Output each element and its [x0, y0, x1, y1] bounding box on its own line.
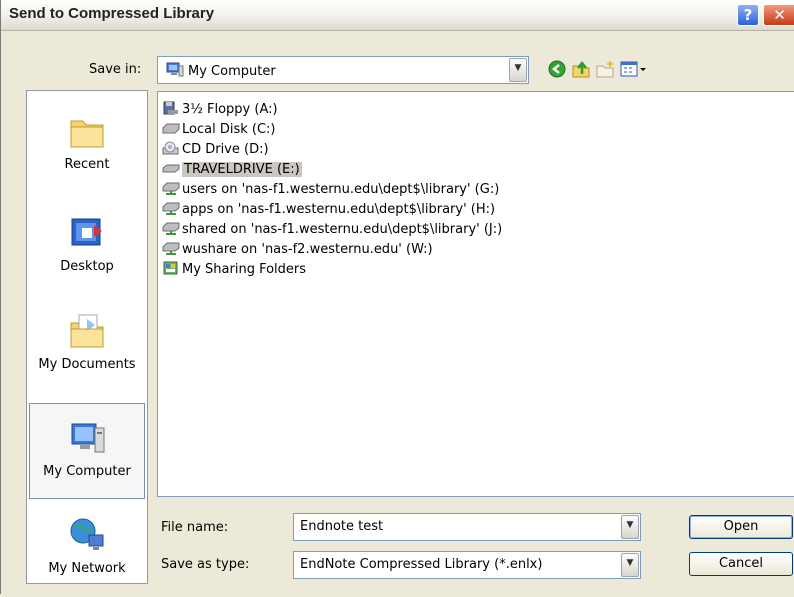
list-item[interactable]: 3½ Floppy (A:): [162, 100, 278, 120]
my-network-icon: [70, 518, 104, 550]
floppy-drive-icon: [163, 101, 178, 115]
list-item[interactable]: apps on 'nas-f1.westernu.edu\dept$\libra…: [162, 200, 495, 220]
network-drive-icon: [162, 182, 180, 195]
save-in-dropdown[interactable]: My Computer ▼: [157, 56, 529, 84]
file-name-field[interactable]: Endnote test ▼: [293, 513, 641, 541]
my-computer-icon: [71, 423, 105, 453]
new-folder-icon[interactable]: [595, 60, 615, 80]
network-drive-icon: [162, 222, 180, 235]
desktop-icon: [71, 218, 102, 246]
save-as-type-dropdown[interactable]: EndNote Compressed Library (*.enlx) ▼: [293, 551, 641, 579]
file-name-value: Endnote test: [300, 519, 384, 534]
chevron-down-icon[interactable]: ▼: [621, 553, 639, 577]
chevron-down-icon[interactable]: ▼: [509, 58, 527, 82]
place-desktop[interactable]: Desktop: [29, 199, 145, 295]
recent-folder-icon: [70, 120, 104, 148]
close-button[interactable]: ✕: [763, 4, 794, 26]
save-as-type-value: EndNote Compressed Library (*.enlx): [300, 557, 543, 572]
save-as-type-label: Save as type:: [161, 557, 250, 572]
removable-drive-icon: [162, 164, 180, 173]
network-drive-icon: [162, 242, 180, 255]
up-folder-icon[interactable]: [571, 60, 591, 80]
place-label: Recent: [64, 157, 110, 172]
sharing-folders-icon: [163, 261, 178, 275]
places-bar: Recent Desktop My Documents My Computer …: [26, 90, 148, 584]
place-recent[interactable]: Recent: [29, 97, 145, 193]
place-label: My Network: [48, 561, 126, 576]
list-item[interactable]: shared on 'nas-f1.westernu.edu\dept$\lib…: [162, 220, 502, 240]
place-label: My Documents: [38, 357, 136, 372]
save-dialog: Send to Compressed Library ? ✕ Save in: …: [0, 0, 794, 594]
place-my-computer[interactable]: My Computer: [29, 403, 145, 499]
my-computer-icon: [166, 62, 184, 77]
title-bar[interactable]: Send to Compressed Library ? ✕: [1, 0, 794, 31]
file-name-label: File name:: [161, 520, 229, 535]
my-documents-icon: [70, 314, 104, 348]
network-drive-icon: [162, 202, 180, 215]
place-my-documents[interactable]: My Documents: [29, 297, 145, 393]
list-item[interactable]: Local Disk (C:): [162, 120, 275, 140]
place-label: Desktop: [60, 259, 114, 274]
list-item[interactable]: TRAVELDRIVE (E:): [162, 160, 302, 180]
back-icon[interactable]: [547, 60, 567, 80]
dialog-title: Send to Compressed Library: [9, 5, 215, 22]
list-item[interactable]: My Sharing Folders: [162, 260, 306, 280]
cancel-button[interactable]: Cancel: [689, 552, 793, 576]
cd-drive-icon: [162, 141, 179, 155]
views-menu-icon[interactable]: [619, 60, 649, 80]
help-button[interactable]: ?: [737, 4, 759, 26]
open-button[interactable]: Open: [689, 515, 793, 539]
place-my-network[interactable]: My Network: [29, 501, 145, 597]
list-item[interactable]: CD Drive (D:): [162, 140, 269, 160]
place-label: My Computer: [43, 464, 131, 479]
file-list[interactable]: 3½ Floppy (A:) Local Disk (C:) CD Drive …: [157, 91, 794, 497]
chevron-down-icon[interactable]: ▼: [621, 515, 639, 539]
hard-disk-icon: [162, 123, 180, 134]
save-in-label: Save in:: [89, 62, 142, 77]
list-item[interactable]: users on 'nas-f1.westernu.edu\dept$\libr…: [162, 180, 499, 200]
list-item[interactable]: wushare on 'nas-f2.westernu.edu' (W:): [162, 240, 433, 260]
save-in-value: My Computer: [188, 64, 276, 79]
